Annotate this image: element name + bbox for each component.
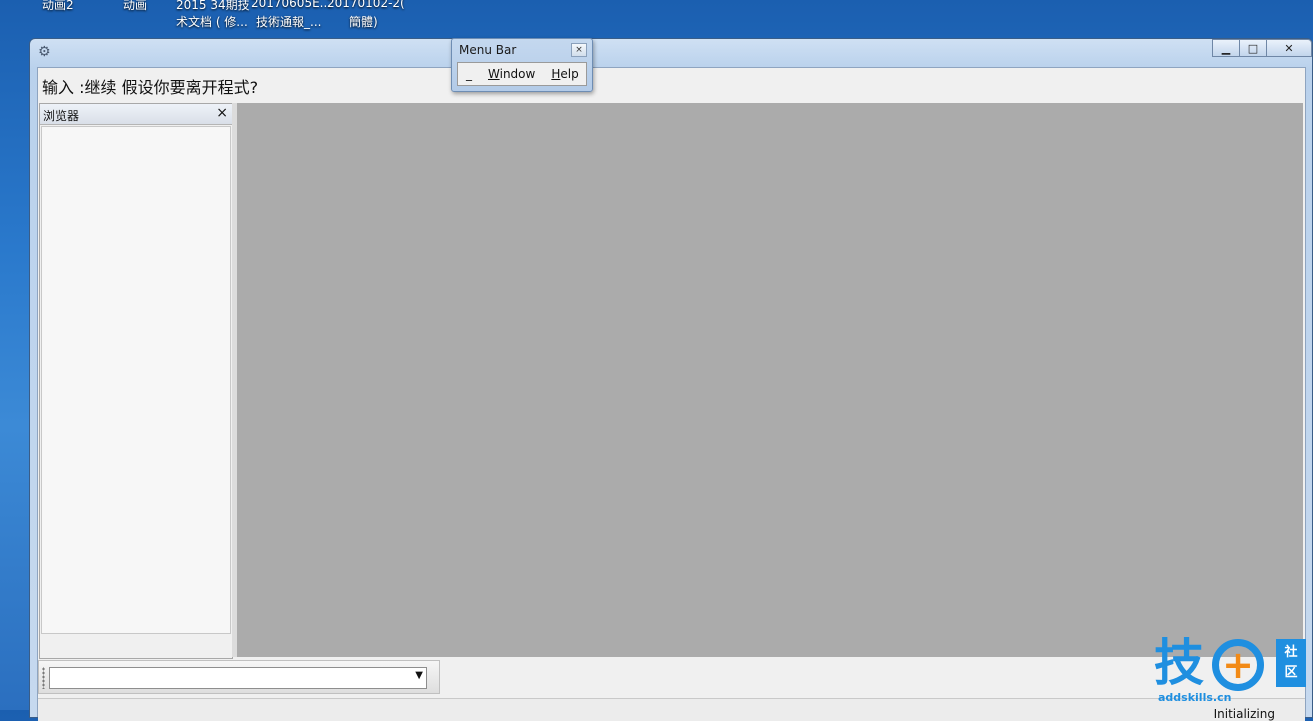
logo-side-bottom: 区: [1284, 665, 1298, 680]
main-window: ⚙ ▁ □ ✕ 输入 :继续 假设你要离开程式? 浏览器 × ▼ Initial…: [29, 38, 1313, 721]
browser-panel: 浏览器 ×: [39, 103, 233, 659]
close-icon: ✕: [1284, 41, 1294, 55]
menu-item-window[interactable]: Window: [488, 67, 535, 81]
desktop-icon-label[interactable]: 动画: [123, 0, 147, 13]
watermark-logo: 技 + 社 区 addskills.cn: [1150, 635, 1310, 710]
command-prompt-text: 输入 :继续 假设你要离开程式?: [42, 78, 259, 97]
close-button[interactable]: ✕: [1266, 39, 1312, 57]
menu-item-help[interactable]: Help: [551, 67, 578, 81]
desktop-icon-label[interactable]: 动画2: [42, 0, 74, 13]
browser-panel-close-icon[interactable]: ×: [216, 105, 228, 121]
logo-main-glyph: 技: [1154, 634, 1204, 692]
maximize-button[interactable]: □: [1239, 39, 1267, 57]
desktop-icon-label[interactable]: 2015 34期技: [176, 0, 250, 13]
menu-bar: _ Window Help: [457, 62, 587, 86]
menu-item-accel: W: [488, 67, 500, 81]
toolbar-grip-handle[interactable]: [42, 667, 45, 689]
logo-url: addskills.cn: [1158, 691, 1232, 704]
desktop-icon-label[interactable]: 20170605E...: [251, 0, 331, 10]
bottom-toolbar: ▼: [38, 660, 440, 694]
app-gear-icon[interactable]: ⚙: [38, 45, 52, 59]
command-combobox[interactable]: ▼: [49, 667, 427, 689]
logo-side-badge: 社 区: [1276, 639, 1306, 687]
menu-item-accel: H: [551, 67, 561, 81]
menu-bar-close-icon[interactable]: ×: [571, 43, 587, 57]
menu-item-file[interactable]: _: [466, 67, 472, 81]
logo-plus-circle: +: [1212, 639, 1264, 691]
logo-side-top: 社: [1284, 645, 1298, 660]
minimize-button[interactable]: ▁: [1212, 39, 1240, 57]
browser-panel-header: 浏览器 ×: [40, 104, 232, 125]
minimize-icon: ▁: [1221, 41, 1231, 55]
maximize-icon: □: [1247, 41, 1259, 55]
plus-icon: +: [1222, 643, 1254, 687]
menu-item-label: indow: [499, 67, 536, 81]
menu-item-label: _: [466, 67, 472, 81]
desktop-icon-label[interactable]: 术文档 ( 修...: [176, 13, 248, 30]
desktop-icon-label[interactable]: 20170102-2(: [327, 0, 405, 10]
client-area: 输入 :继续 假设你要离开程式? 浏览器 × ▼ Initializing: [37, 67, 1306, 721]
window-controls: ▁ □ ✕: [1212, 39, 1312, 57]
menu-item-label: elp: [560, 67, 579, 81]
browser-panel-title: 浏览器: [43, 109, 80, 123]
browser-tree-area[interactable]: [41, 126, 231, 634]
desktop-icon-label[interactable]: 簡體): [349, 13, 378, 30]
chevron-down-icon[interactable]: ▼: [415, 670, 423, 681]
menu-bar-title: Menu Bar: [459, 43, 517, 57]
mdi-workspace[interactable]: [237, 103, 1303, 657]
desktop-icon-label[interactable]: 技術通報_...: [256, 13, 321, 30]
menu-bar-toolwindow[interactable]: Menu Bar × _ Window Help: [451, 38, 593, 92]
